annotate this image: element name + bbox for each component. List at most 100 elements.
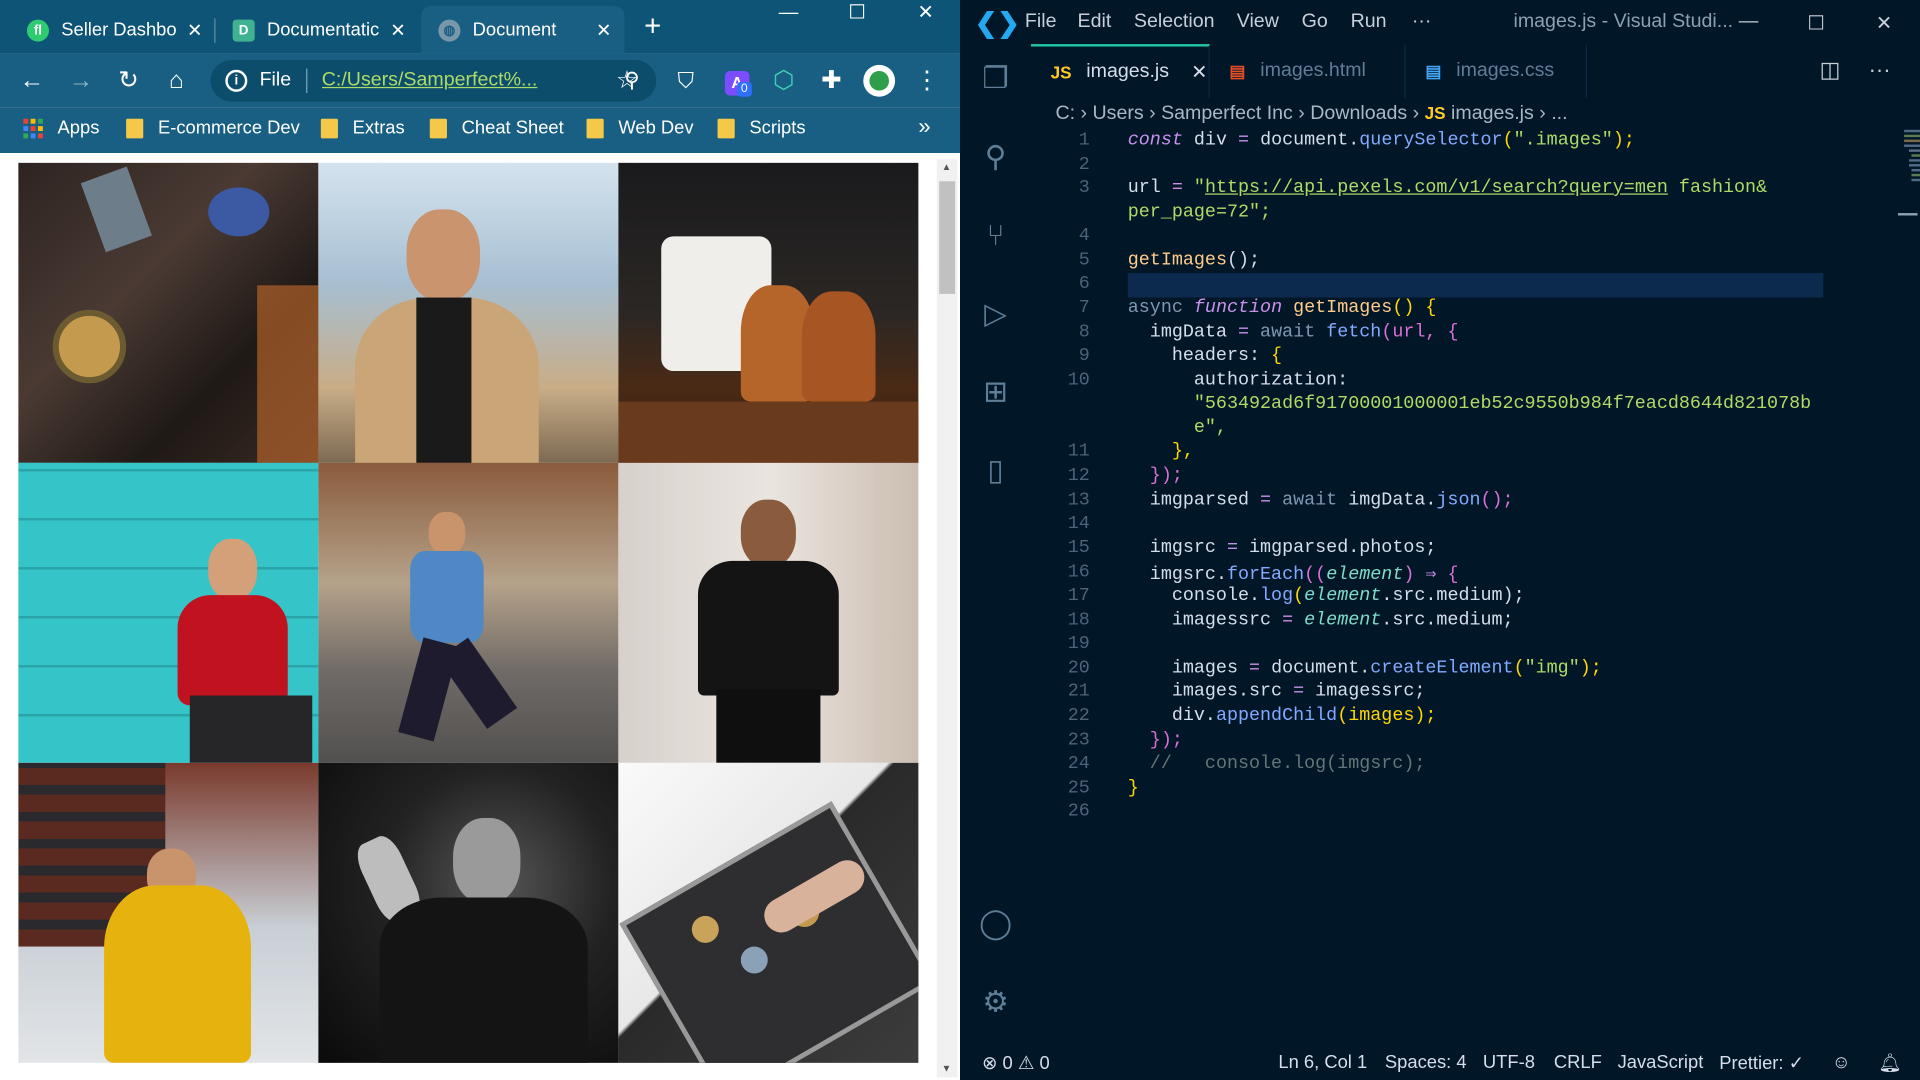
page-content: ▲ ▼ (0, 153, 961, 1080)
code-line: imgsrc = imgparsed.photos; (1149, 537, 1437, 559)
code-editor[interactable]: 1 2 3 4 5 6 7 8 9 10 11 12 13 14 15 16 17 18 19 20 21 22 23 24 2… (1031, 127, 1920, 1043)
menu-more[interactable]: ··· (1412, 11, 1432, 33)
profile-avatar[interactable] (863, 64, 896, 105)
scrollbar-thumb[interactable] (939, 181, 956, 294)
line-number: 9 (1078, 345, 1090, 367)
notifications-bell-icon[interactable]: 🔔︎ (1878, 1052, 1901, 1074)
line-number: 3 (1078, 177, 1090, 199)
extension-a-icon[interactable]: A 0 (721, 67, 753, 97)
menu-kebab-icon[interactable]: ⋮ (912, 67, 941, 94)
address-bar[interactable]: i File C:/Users/Samperfect%... ⚲ (210, 60, 657, 102)
address-url[interactable]: C:/Users/Samperfect%... (322, 70, 617, 92)
scroll-down-icon[interactable]: ▼ (942, 1063, 952, 1074)
bookmark-scripts[interactable]: Scripts (717, 118, 806, 138)
back-arrow-icon[interactable]: ← (17, 67, 46, 94)
more-actions-icon[interactable]: ··· (1869, 58, 1891, 84)
line-number: 12 (1067, 465, 1090, 487)
breadcrumb-item[interactable]: C: (1056, 103, 1076, 124)
menu-go[interactable]: Go (1302, 11, 1328, 33)
run-debug-icon[interactable]: ▷ (977, 296, 1014, 333)
maximize-icon[interactable]: ☐ (1807, 11, 1825, 35)
window-title: images.js - Visual Studi... (1513, 11, 1734, 32)
bookmark-extras[interactable]: Extras (320, 118, 405, 138)
problems-indicator[interactable]: ⊗ 0 ⚠ 0 (982, 1052, 1050, 1074)
breadcrumb-item[interactable]: Users (1093, 103, 1144, 124)
browser-tab-document[interactable]: ◍ Document ✕ (421, 6, 625, 54)
close-icon[interactable]: ✕ (384, 19, 411, 41)
maximize-icon[interactable]: ☐ (823, 0, 892, 37)
close-icon[interactable]: ✕ (1191, 60, 1207, 84)
seller-favicon-icon: fl (26, 18, 49, 42)
explorer-files-icon[interactable]: ❐ (977, 61, 1014, 98)
browser-tab-seller[interactable]: fl Seller Dashbo ✕ (10, 6, 216, 54)
close-icon[interactable]: ✕ (590, 19, 617, 41)
menu-view[interactable]: View (1237, 11, 1279, 33)
close-window-icon[interactable]: ✕ (1876, 11, 1892, 35)
feedback-icon[interactable]: ☺ (1832, 1052, 1851, 1073)
line-number: 4 (1078, 225, 1090, 247)
home-icon[interactable]: ⌂ (162, 67, 191, 94)
forward-arrow-icon[interactable]: → (66, 67, 95, 94)
account-icon[interactable]: ◯ (977, 906, 1014, 943)
prettier-status[interactable]: Prettier: ✓ (1719, 1052, 1804, 1074)
tab-images-js[interactable]: JS images.js ✕ (1031, 44, 1210, 98)
line-ending[interactable]: CRLF (1554, 1052, 1602, 1073)
line-number: 16 (1067, 562, 1090, 583)
editor-tabs: JS images.js ✕ ▤ images.html ▤ images.cs… (1031, 44, 1920, 98)
bookmark-web-dev[interactable]: Web Dev (586, 118, 694, 138)
breadcrumb-item[interactable]: images.js (1451, 103, 1534, 124)
close-icon[interactable]: ✕ (181, 19, 208, 41)
gear-icon[interactable]: ⚙ (977, 984, 1014, 1021)
menu-selection[interactable]: Selection (1134, 11, 1215, 33)
code-line: "563492ad6f91700001000001eb52c9550b984f7… (1193, 393, 1812, 414)
shield-extension-icon[interactable]: ⛉ (671, 67, 700, 94)
line-number: 11 (1067, 440, 1090, 462)
indentation[interactable]: Spaces: 4 (1385, 1052, 1467, 1073)
breadcrumb-item[interactable]: ... (1551, 103, 1567, 124)
code-line: per_page=72"; (1127, 202, 1272, 223)
tab-label: images.js (1086, 61, 1170, 83)
source-control-icon[interactable]: ⑂ (977, 218, 1014, 255)
minimize-icon[interactable]: — (1739, 11, 1759, 33)
scroll-up-icon[interactable]: ▲ (942, 162, 952, 173)
breadcrumb-item[interactable]: Samperfect Inc (1161, 103, 1293, 124)
menu-edit[interactable]: Edit (1078, 11, 1112, 33)
hex-extension-icon[interactable]: ⬡ (769, 67, 798, 94)
encoding[interactable]: UTF-8 (1483, 1052, 1535, 1073)
vscode-logo-icon: ❮❯ (974, 7, 1020, 38)
minimize-icon[interactable]: — (754, 0, 823, 37)
line-number: 18 (1067, 609, 1090, 631)
extension-badge: 0 (737, 82, 752, 97)
menu-file[interactable]: File (1025, 11, 1057, 33)
css-file-icon: ▤ (1425, 60, 1442, 81)
language-mode[interactable]: JavaScript (1618, 1052, 1704, 1073)
search-icon[interactable]: ⚲ (977, 140, 1014, 177)
new-tab-button[interactable]: + (644, 12, 661, 41)
split-editor-icon[interactable]: ◫ (1820, 58, 1841, 84)
info-icon[interactable]: i (225, 69, 248, 92)
page-scrollbar[interactable]: ▲ ▼ (936, 159, 958, 1078)
breadcrumb-item[interactable]: Downloads (1310, 103, 1407, 124)
code-line: } (1127, 777, 1139, 799)
status-bar: ⊗ 0 ⚠ 0 Ln 6, Col 1 Spaces: 4 UTF-8 CRLF… (960, 1043, 1920, 1080)
reload-icon[interactable]: ↻ (114, 67, 143, 94)
puzzle-extensions-icon[interactable]: ✚ (817, 67, 846, 94)
js-file-icon: JS (1424, 102, 1446, 123)
bookmarks-overflow-chevron[interactable]: » (918, 114, 930, 140)
bookmark-label: E-commerce Dev (157, 117, 300, 139)
extensions-icon[interactable]: ⊞ (977, 375, 1014, 412)
minimap[interactable] (1902, 127, 1920, 200)
close-window-icon[interactable]: ✕ (891, 0, 960, 37)
browser-tab-documentation[interactable]: D Documentatic ✕ (216, 6, 419, 54)
tab-images-css[interactable]: ▤ images.css (1406, 44, 1587, 98)
menu-run[interactable]: Run (1351, 11, 1387, 33)
line-number: 1 (1078, 129, 1090, 151)
bookmark-apps[interactable]: Apps (23, 118, 99, 138)
cursor-position[interactable]: Ln 6, Col 1 (1278, 1052, 1367, 1073)
bookmark-cheat-sheet[interactable]: Cheat Sheet (429, 118, 564, 138)
code-line: }, (1171, 440, 1194, 462)
star-bookmark-icon[interactable]: ☆ (612, 67, 641, 94)
remote-explorer-icon[interactable]: ▯ (977, 453, 1014, 490)
tab-images-html[interactable]: ▤ images.html (1210, 44, 1406, 98)
bookmark-ecommerce-dev[interactable]: E-commerce Dev (126, 117, 300, 139)
